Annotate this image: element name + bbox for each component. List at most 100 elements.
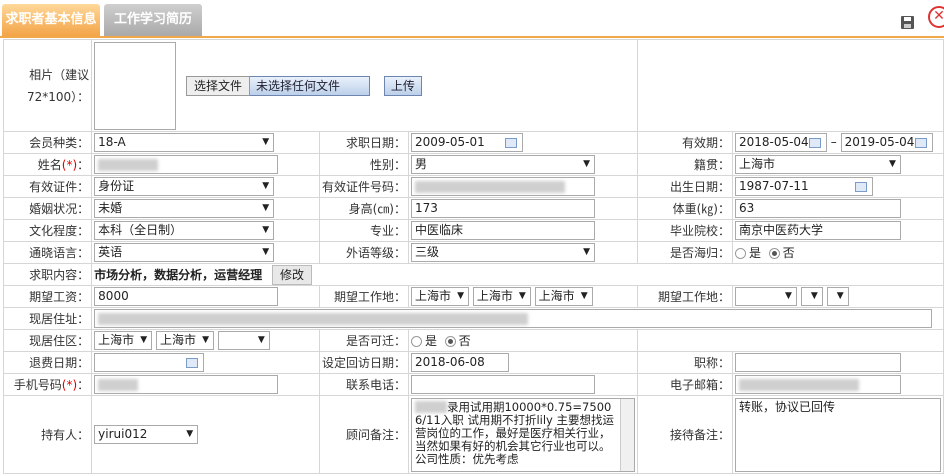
district-select-2[interactable]: 上海市 ▼ [156,331,214,350]
choose-file-button[interactable]: 选择文件 [186,75,251,96]
relocate-label: 是否可迁： [318,329,409,352]
language-select[interactable]: 英语 ▼ [94,243,275,262]
district-select-1[interactable]: 上海市 ▼ [94,331,153,350]
holder-select[interactable]: yirui012 ▼ [94,425,199,444]
workplace2-select-3[interactable]: ▼ [826,287,849,306]
major-input[interactable]: 中医临床 [410,221,595,240]
member-select[interactable]: 18-A ▼ [94,133,275,152]
job-content-value: 市场分析，数据分析，运营经理 [94,267,263,282]
valid-label: 有效期： [636,131,733,154]
close-icon[interactable]: ✕ [928,6,944,28]
tab-resume[interactable]: 工作学习简历 [104,4,202,36]
photo-box [94,41,177,130]
workplace2-select-1[interactable]: ▼ [734,287,797,306]
weight-input[interactable]: 63 [734,199,901,218]
tab-basic-info[interactable]: 求职者基本信息 [2,4,100,36]
valid-to-input[interactable]: 2019-05-04 [840,133,933,152]
workplace-select-3[interactable]: 上海市 ▼ [534,287,593,306]
reception-note-textarea[interactable]: 转账，协议已回传 [734,397,941,472]
birth-date-input[interactable]: 1987-07-11 [734,177,873,196]
relocate-no-radio[interactable] [444,336,456,347]
valid-from-input[interactable]: 2018-05-04 [734,133,827,152]
overseas-yes-label: 是 [748,246,761,260]
id-number-input[interactable] [410,177,595,196]
contact-phone-input[interactable] [410,375,595,394]
language-level-label: 外语等级： [318,241,409,264]
gender-select[interactable]: 男 ▼ [410,155,595,174]
marital-select[interactable]: 未婚 ▼ [94,199,275,218]
phone-input[interactable] [94,375,279,394]
tab-bar: 求职者基本信息 工作学习简历 ✕ [0,0,944,38]
relocate-yes-label: 是 [424,334,437,348]
modify-button[interactable]: 修改 [272,264,313,285]
native-label: 籍贯： [636,153,733,176]
calendar-icon[interactable] [504,138,517,148]
marital-label: 婚姻状况： [2,197,93,220]
refund-date-input[interactable] [94,353,205,372]
calendar-icon[interactable] [808,138,821,148]
holder-label: 持有人： [2,395,93,474]
id-type-label: 有效证件： [2,175,93,198]
education-label: 文化程度： [2,219,93,242]
relocate-no-label: 否 [458,334,471,348]
district-select-3[interactable]: ▼ [217,331,270,350]
advisor-note-label: 顾问备注： [318,395,409,474]
member-label: 会员种类： [2,131,93,154]
name-label: 姓名(*)： [2,153,93,176]
language-label: 通晓语言： [2,241,93,264]
school-input[interactable]: 南京中医药大学 [734,221,901,240]
phone-label: 手机号码(*)： [2,373,93,396]
overseas-label: 是否海归： [636,241,733,264]
reception-note-label: 接待备注： [636,395,733,474]
workplace-select-1[interactable]: 上海市 ▼ [410,287,469,306]
overseas-no-label: 否 [782,246,795,260]
scrollbar[interactable] [619,398,634,471]
revisit-date-input[interactable]: 2018-06-08 [410,353,509,372]
job-title-label: 职称： [636,351,733,374]
height-input[interactable]: 173 [410,199,595,218]
email-label: 电子邮箱： [636,373,733,396]
advisor-note-textarea[interactable]: 录用试用期10000*0.75=7500 6/11入职 试用期不打折lily 主… [410,397,635,472]
apply-date-label: 求职日期： [318,131,409,154]
relocate-yes-radio[interactable] [410,336,422,347]
address-label: 现居住址： [2,307,93,330]
calendar-icon[interactable] [914,138,927,148]
calendar-icon[interactable] [854,182,867,192]
revisit-date-label: 设定回访日期： [318,351,409,374]
name-input[interactable] [94,155,279,174]
refund-date-label: 退费日期： [2,351,93,374]
school-label: 毕业院校： [636,219,733,242]
language-level-select[interactable]: 三级 ▼ [410,243,595,262]
district-label: 现居住区： [2,329,93,352]
workplace2-label: 期望工作地： [636,285,733,308]
date-separator: – [830,135,837,149]
workplace2-select-2[interactable]: ▼ [800,287,823,306]
job-title-input[interactable] [734,353,901,372]
applicant-form: 相片（建议72*100）： 选择文件 未选择任何文件 上传 会员种类： 18-A ▼… [2,39,944,474]
file-status: 未选择任何文件 [250,75,371,96]
salary-label: 期望工资： [2,285,93,308]
native-select[interactable]: 上海市 ▼ [734,155,901,174]
workplace-select-2[interactable]: 上海市 ▼ [472,287,531,306]
email-input[interactable] [734,375,901,394]
address-input[interactable] [94,309,933,328]
weight-label: 体重(㎏)： [636,197,733,220]
photo-label: 相片（建议72*100）： [2,39,93,132]
contact-phone-label: 联系电话： [318,373,409,396]
id-type-select[interactable]: 身份证 ▼ [94,177,275,196]
gender-label: 性别： [318,153,409,176]
overseas-yes-radio[interactable] [734,248,746,259]
overseas-no-radio[interactable] [768,248,780,259]
upload-button[interactable]: 上传 [383,75,422,96]
major-label: 专业： [318,219,409,242]
save-icon[interactable] [901,16,914,29]
workplace-label: 期望工作地： [318,285,409,308]
birth-label: 出生日期： [636,175,733,198]
job-content-label: 求职内容： [2,263,93,286]
education-select[interactable]: 本科（全日制） ▼ [94,221,275,240]
apply-date-input[interactable]: 2009-05-01 [410,133,523,152]
salary-input[interactable]: 8000 [94,287,279,306]
calendar-icon[interactable] [186,358,199,368]
id-number-label: 有效证件号码： [318,175,409,198]
height-label: 身高(㎝)： [318,197,409,220]
